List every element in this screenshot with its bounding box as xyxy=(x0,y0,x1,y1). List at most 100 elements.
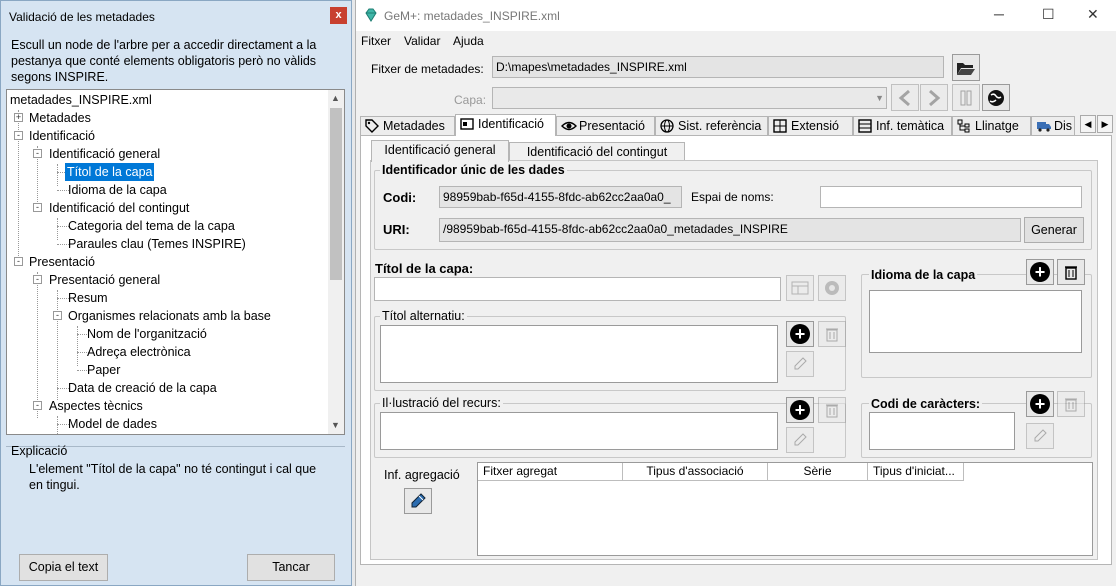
plus-icon: + xyxy=(1030,394,1050,414)
tab-extensio[interactable]: Extensió xyxy=(768,116,853,136)
maximize-icon[interactable]: ☐ xyxy=(1042,6,1055,23)
delete-illustration-button[interactable] xyxy=(818,397,846,423)
tree-item[interactable]: Identificació xyxy=(29,127,95,145)
menu-ajuda[interactable]: Ajuda xyxy=(453,34,484,48)
next-layer-button[interactable] xyxy=(920,84,948,111)
tab-llinatge[interactable]: Llinatge xyxy=(952,116,1031,136)
tree-item[interactable]: Model de dades xyxy=(68,415,157,433)
tree-scrollbar[interactable]: ▲ ▼ xyxy=(328,90,344,434)
scroll-down-icon[interactable]: ▼ xyxy=(331,420,340,430)
tree-item[interactable]: Nom de l'organització xyxy=(87,325,207,343)
menu-fitxer[interactable]: Fitxer xyxy=(361,34,391,48)
expand-toggle-icon[interactable]: + xyxy=(14,113,23,122)
tree-item[interactable]: Data de creació de la capa xyxy=(68,379,217,397)
globe-icon xyxy=(660,119,674,133)
tab-identificacio[interactable]: Identificació xyxy=(455,114,556,136)
add-illustration-button[interactable]: + xyxy=(786,397,814,423)
edit-charset-button[interactable] xyxy=(1026,423,1054,449)
validation-description: Escull un node de l'arbre per a accedir … xyxy=(11,38,317,84)
layer-select[interactable]: ▼ xyxy=(492,87,887,109)
aggregation-table[interactable]: Fitxer agregat Tipus d'associació Sèrie … xyxy=(477,462,1093,556)
delete-charset-button[interactable] xyxy=(1057,391,1085,417)
tab-scroll-left-icon[interactable]: ◀ xyxy=(1080,115,1096,133)
collapse-toggle-icon[interactable]: - xyxy=(33,149,42,158)
edit-illustration-button[interactable] xyxy=(786,427,814,453)
truck-icon xyxy=(1037,122,1051,132)
identification-panel: Identificació general Identificació del … xyxy=(360,135,1112,565)
tab-metadades[interactable]: Metadades xyxy=(360,116,455,136)
scroll-up-icon[interactable]: ▲ xyxy=(331,93,340,103)
uri-field[interactable]: /98959bab-f65d-4155-8fdc-ab62cc2aa0a0_me… xyxy=(439,218,1021,242)
alternative-title-list[interactable] xyxy=(380,325,778,383)
add-language-button[interactable]: + xyxy=(1026,259,1054,285)
tab-inf-tematica[interactable]: Inf. temàtica xyxy=(853,116,952,136)
delete-alt-title-button[interactable] xyxy=(818,321,846,347)
main-tabs: Metadades Identificació Presentació Sist… xyxy=(360,114,1114,136)
tree-item[interactable]: Paper xyxy=(87,361,120,379)
collapse-toggle-icon[interactable]: - xyxy=(14,131,23,140)
validation-tree[interactable]: metadades_INSPIRE.xml + Metadades - Iden… xyxy=(6,89,345,435)
tree-item[interactable]: Adreça electrònica xyxy=(87,343,191,361)
pencil-icon xyxy=(794,433,807,446)
tree-item[interactable]: Identificació del contingut xyxy=(49,199,189,217)
tree-root[interactable]: metadades_INSPIRE.xml xyxy=(10,91,152,109)
charset-list[interactable] xyxy=(869,412,1015,450)
globe-link-button[interactable] xyxy=(982,84,1010,111)
collapse-toggle-icon[interactable]: - xyxy=(14,257,23,266)
add-charset-button[interactable]: + xyxy=(1026,391,1054,417)
column-header[interactable]: Tipus d'associació xyxy=(623,463,768,481)
scrollbar-thumb[interactable] xyxy=(330,108,342,280)
layer-language-list[interactable] xyxy=(869,290,1082,353)
previous-layer-button[interactable] xyxy=(891,84,919,111)
layer-title-field[interactable] xyxy=(374,277,781,301)
metadata-file-field[interactable]: D:\mapes\metadades_INSPIRE.xml xyxy=(492,56,944,78)
generate-button[interactable]: Generar xyxy=(1024,217,1084,243)
plus-icon: + xyxy=(790,400,810,420)
close-window-icon[interactable]: ✕ xyxy=(1087,6,1099,23)
tree-item[interactable]: Organismes relacionats amb la base xyxy=(68,307,271,325)
dropdown-arrow-icon: ▼ xyxy=(875,93,884,103)
id-card-icon xyxy=(460,118,474,130)
close-button[interactable]: Tancar xyxy=(247,554,335,581)
collapse-toggle-icon[interactable]: - xyxy=(53,311,62,320)
tree-item[interactable]: Presentació xyxy=(29,253,95,271)
add-alt-title-button[interactable]: + xyxy=(786,321,814,347)
tree-item[interactable]: Categoria del tema de la capa xyxy=(68,217,235,235)
column-header[interactable]: Fitxer agregat xyxy=(478,463,623,481)
menu-validar[interactable]: Validar xyxy=(404,34,440,48)
namespace-label: Espai de noms: xyxy=(691,190,774,204)
edit-alt-title-button[interactable] xyxy=(786,351,814,377)
illustration-list[interactable] xyxy=(380,412,778,450)
copy-text-button[interactable]: Copia el text xyxy=(19,554,108,581)
subtab-identificacio-general[interactable]: Identificació general xyxy=(371,140,509,162)
collapse-toggle-icon[interactable]: - xyxy=(33,401,42,410)
tree-item[interactable]: Identificació general xyxy=(49,145,160,163)
column-header[interactable]: Sèrie xyxy=(768,463,868,481)
tree-item[interactable]: Metadades xyxy=(29,109,91,127)
tree-item[interactable]: Idioma de la capa xyxy=(68,181,167,199)
column-header[interactable]: Tipus d'iniciat... xyxy=(868,463,964,481)
minimize-icon[interactable]: ─ xyxy=(994,6,1004,22)
collapse-toggle-icon[interactable]: - xyxy=(33,203,42,212)
tab-distribucio[interactable]: Dis xyxy=(1031,116,1075,136)
open-folder-button[interactable] xyxy=(952,54,980,81)
tab-sist-referencia[interactable]: Sist. referència xyxy=(655,116,768,136)
tab-scroll-right-icon[interactable]: ▶ xyxy=(1097,115,1113,133)
columns-button[interactable] xyxy=(952,84,980,111)
subtab-identificacio-contingut[interactable]: Identificació del contingut xyxy=(509,142,685,162)
tree-item[interactable]: Presentació general xyxy=(49,271,160,289)
tab-presentacio[interactable]: Presentació xyxy=(556,116,655,136)
tree-item[interactable]: Resum xyxy=(68,289,108,307)
collapse-toggle-icon[interactable]: - xyxy=(33,275,42,284)
delete-language-button[interactable] xyxy=(1057,259,1085,285)
namespace-field[interactable] xyxy=(820,186,1082,208)
table-edit-icon xyxy=(791,281,809,295)
code-field[interactable]: 98959bab-f65d-4155-8fdc-ab62cc2aa0a0_ xyxy=(439,186,682,208)
tree-item[interactable]: Aspectes tècnics xyxy=(49,397,143,415)
tree-item-selected[interactable]: Títol de la capa xyxy=(65,163,155,181)
translate-title-button[interactable] xyxy=(786,275,814,301)
tree-item[interactable]: Paraules clau (Temes INSPIRE) xyxy=(68,235,246,253)
globe-title-button[interactable] xyxy=(818,275,846,301)
close-window-button[interactable]: x xyxy=(330,7,347,24)
edit-aggregation-button[interactable] xyxy=(404,488,432,514)
